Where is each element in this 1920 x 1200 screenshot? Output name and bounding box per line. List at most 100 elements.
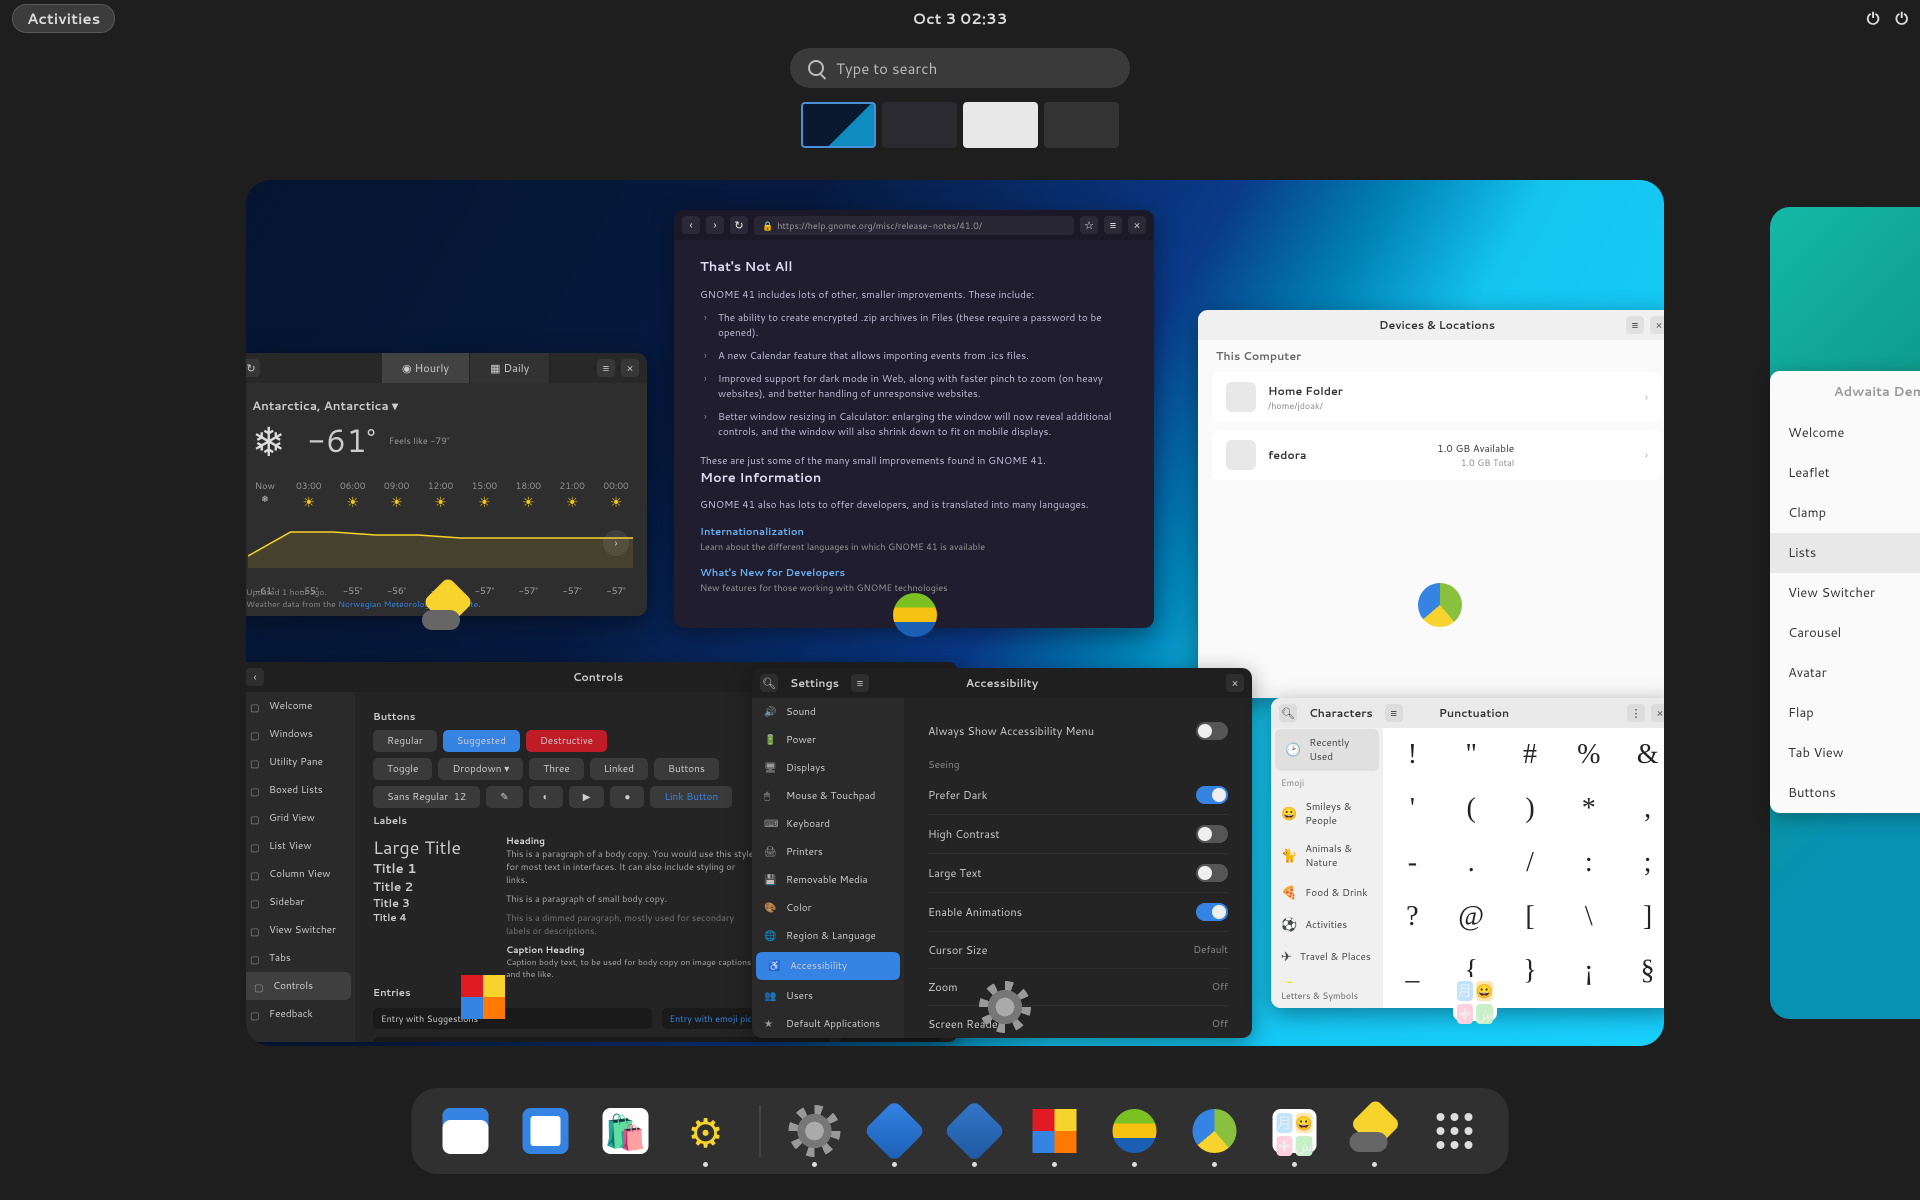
- back-button[interactable]: ↻: [246, 359, 260, 377]
- character-cell[interactable]: @: [1442, 890, 1501, 944]
- character-cell[interactable]: ;: [1618, 836, 1664, 890]
- menu-button[interactable]: ≡: [1385, 704, 1403, 722]
- dock-app-web[interactable]: [1109, 1105, 1161, 1157]
- show-apps-button[interactable]: [1429, 1105, 1481, 1157]
- workspace-thumb-4[interactable]: [1044, 102, 1119, 148]
- search-button[interactable]: 🔍︎: [1279, 704, 1297, 722]
- character-cell[interactable]: #: [1501, 728, 1560, 782]
- menu-button[interactable]: ⋮: [1627, 704, 1645, 722]
- list-item[interactable]: Leaflet: [1770, 453, 1920, 493]
- page-link[interactable]: Internationalization: [700, 525, 1128, 540]
- category-item[interactable]: 🐈Animals & Nature: [1271, 835, 1383, 877]
- dock-app-devhelp[interactable]: [869, 1105, 921, 1157]
- list-item[interactable]: Buttons: [1770, 773, 1920, 813]
- character-cell[interactable]: !: [1383, 728, 1442, 782]
- linked-button[interactable]: Buttons: [654, 758, 719, 780]
- suggested-button[interactable]: Suggested: [443, 730, 520, 752]
- regular-button[interactable]: Regular: [373, 730, 437, 752]
- dropdown-button[interactable]: Dropdown ▾: [438, 758, 523, 780]
- close-button[interactable]: ×: [1651, 704, 1664, 722]
- dock-app-calendar[interactable]: [440, 1105, 492, 1157]
- character-cell[interactable]: }: [1501, 944, 1560, 998]
- character-cell[interactable]: ]: [1618, 890, 1664, 944]
- address-bar[interactable]: 🔒 https://help.gnome.org/misc/release-no…: [754, 216, 1074, 235]
- sidebar-item[interactable]: ▢Grid View: [246, 804, 355, 832]
- linked-button[interactable]: Three: [529, 758, 583, 780]
- character-cell[interactable]: ,: [1618, 782, 1664, 836]
- window-adwaita-demo[interactable]: Adwaita Demo WelcomeLeafletClampListsVie…: [1770, 371, 1920, 813]
- sidebar-item[interactable]: ▢Tabs: [246, 944, 355, 972]
- window-web[interactable]: ‹ › ↻ 🔒 https://help.gnome.org/misc/rele…: [674, 210, 1154, 628]
- character-cell[interactable]: ?: [1383, 890, 1442, 944]
- list-item[interactable]: Avatar: [1770, 653, 1920, 693]
- settings-sidebar-item[interactable]: ★Default Applications: [752, 1010, 904, 1038]
- character-cell[interactable]: ": [1442, 728, 1501, 782]
- sidebar-item[interactable]: ▢Column View: [246, 860, 355, 888]
- settings-sidebar-item[interactable]: 👥Users: [752, 982, 904, 1010]
- link-button[interactable]: Link Button: [650, 786, 732, 808]
- character-cell[interactable]: §: [1618, 944, 1664, 998]
- tab-daily[interactable]: ▦ Daily: [470, 353, 550, 383]
- toggle-switch[interactable]: [1196, 722, 1228, 740]
- power-icon[interactable]: ⏻: [1895, 7, 1908, 30]
- nav-fwd[interactable]: ›: [706, 216, 724, 234]
- sidebar-item[interactable]: ▢Feedback: [246, 1000, 355, 1028]
- list-item[interactable]: Carousel: [1770, 613, 1920, 653]
- destructive-button[interactable]: Destructive: [526, 730, 607, 752]
- dock-app-widget-demo[interactable]: [1029, 1105, 1081, 1157]
- toggle-switch[interactable]: [1196, 903, 1228, 921]
- tool-button[interactable]: ●: [610, 786, 644, 808]
- window-weather[interactable]: ↻ ◉ Hourly ▦ Daily ≡ × Antarctica, Antar…: [246, 353, 647, 616]
- close-button[interactable]: ×: [1650, 316, 1664, 334]
- dock-app-characters[interactable]: 月😀✚ش: [1269, 1105, 1321, 1157]
- category-item[interactable]: ⚽Activities: [1271, 909, 1383, 941]
- settings-sidebar-item[interactable]: 🔊Sound: [752, 698, 904, 726]
- nav-back[interactable]: ‹: [682, 216, 700, 234]
- list-item[interactable]: View Switcher: [1770, 573, 1920, 613]
- back-button[interactable]: ‹: [246, 668, 264, 686]
- character-cell[interactable]: _: [1383, 944, 1442, 998]
- tool-button[interactable]: ▶: [569, 786, 605, 808]
- menu-button[interactable]: ≡: [851, 674, 869, 692]
- workspace-thumb-1[interactable]: [801, 102, 876, 148]
- bookmark-button[interactable]: ☆: [1080, 216, 1098, 234]
- sidebar-item[interactable]: ▢Windows: [246, 720, 355, 748]
- linked-button[interactable]: Linked: [590, 758, 648, 780]
- character-cell[interactable]: ¡: [1559, 944, 1618, 998]
- close-button[interactable]: ×: [1128, 216, 1146, 234]
- workspace-thumb-3[interactable]: [963, 102, 1038, 148]
- settings-sidebar-item[interactable]: ♿Accessibility: [756, 952, 900, 980]
- character-cell[interactable]: \: [1559, 890, 1618, 944]
- toggle-button[interactable]: Toggle: [373, 758, 432, 780]
- scroll-right-button[interactable]: ›: [603, 530, 629, 556]
- location-row[interactable]: Home Folder/home/jdoak/ ›: [1212, 372, 1662, 422]
- close-button[interactable]: ×: [1226, 674, 1244, 692]
- sidebar-item[interactable]: ▢Welcome: [246, 692, 355, 720]
- settings-sidebar-item[interactable]: 🔋Power: [752, 726, 904, 754]
- menu-button[interactable]: ≡: [1104, 216, 1122, 234]
- overview-search[interactable]: Type to search: [790, 48, 1130, 88]
- close-button[interactable]: ×: [621, 359, 639, 377]
- sidebar-item[interactable]: ▢Utility Pane: [246, 748, 355, 776]
- settings-sidebar-item[interactable]: 🖨Printers: [752, 838, 904, 866]
- toggle-switch[interactable]: [1196, 864, 1228, 882]
- location-row[interactable]: fedora 1.0 GB Available1.0 GB Total ›: [1212, 430, 1662, 480]
- character-cell[interactable]: *: [1559, 782, 1618, 836]
- text-entry[interactable]: Entry with Suggestions: [373, 1008, 652, 1029]
- dock-app-settings[interactable]: [789, 1105, 841, 1157]
- clock[interactable]: Oct 3 02:33: [913, 8, 1008, 29]
- settings-sidebar-item[interactable]: ⌨Keyboard: [752, 810, 904, 838]
- dock-app-software[interactable]: 🛍️: [600, 1105, 652, 1157]
- list-item[interactable]: Tab View: [1770, 733, 1920, 773]
- list-item[interactable]: Welcome: [1770, 413, 1920, 453]
- setting-value[interactable]: Default: [1193, 943, 1228, 957]
- setting-value[interactable]: Off: [1212, 980, 1228, 994]
- sidebar-item[interactable]: ▢View Switcher: [246, 916, 355, 944]
- page-link[interactable]: What's New for Developers: [700, 566, 1128, 581]
- character-cell[interactable]: (: [1442, 782, 1501, 836]
- settings-sidebar-item[interactable]: 💾Removable Media: [752, 866, 904, 894]
- settings-sidebar-item[interactable]: 🎨Color: [752, 894, 904, 922]
- workspace-thumb-2[interactable]: [882, 102, 957, 148]
- category-item[interactable]: 🕑Recently Used: [1275, 729, 1379, 771]
- sidebar-item[interactable]: ▢Sidebar: [246, 888, 355, 916]
